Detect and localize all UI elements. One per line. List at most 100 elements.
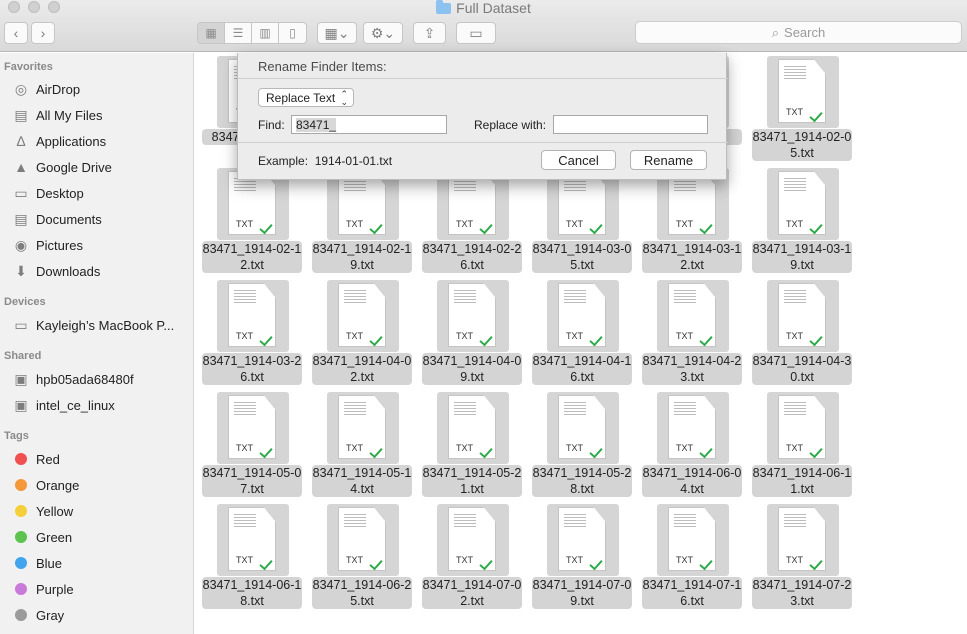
- sidebar-tag-purple[interactable]: Purple: [12, 578, 192, 600]
- column-view-button[interactable]: ▥: [252, 23, 279, 43]
- rename-mode-popup[interactable]: Replace Text ⌃ ⌄: [258, 88, 354, 107]
- sync-checkmark-icon: [699, 444, 713, 459]
- sync-checkmark-icon: [589, 332, 603, 347]
- sidebar-item-macbook[interactable]: ▭ Kayleigh’s MacBook P...: [12, 314, 192, 336]
- text-document-icon: TXT: [448, 283, 496, 347]
- replace-with-field[interactable]: [553, 115, 708, 134]
- pictures-icon: ◉: [14, 236, 28, 253]
- file-item[interactable]: TXT 83471_1914-03-0 5.txt: [530, 165, 634, 273]
- file-item[interactable]: TXT 83471_1914-04-1 6.txt: [530, 277, 634, 385]
- sidebar-item-intel-ce-linux[interactable]: ▣ intel_ce_linux: [12, 394, 192, 416]
- document-preview-lines: [564, 514, 586, 529]
- monitor-icon: ▣: [14, 370, 28, 387]
- find-field[interactable]: 83471_: [291, 115, 447, 134]
- cover-flow-view-button[interactable]: ▯: [279, 23, 306, 43]
- sync-checkmark-icon: [809, 220, 823, 235]
- file-name-line-2: 2.txt: [240, 258, 264, 272]
- text-document-icon: TXT: [448, 395, 496, 459]
- file-item[interactable]: TXT 83471_1914-04-2 3.txt: [640, 277, 744, 385]
- file-item[interactable]: TXT 83471_1914-02-0 5.txt: [750, 53, 854, 161]
- arrange-button[interactable]: ▦⌄: [317, 22, 357, 44]
- sidebar-item-pictures[interactable]: ◉ Pictures: [12, 234, 192, 256]
- text-document-icon: TXT: [228, 283, 276, 347]
- action-button[interactable]: ⚙⌄: [363, 22, 403, 44]
- sidebar-item-all-my-files[interactable]: ▤ All My Files: [12, 104, 192, 126]
- text-document-icon: TXT: [338, 395, 386, 459]
- file-name-line-2: 9.txt: [570, 594, 594, 608]
- file-name-line-2: 6.txt: [680, 594, 704, 608]
- sidebar-tag-gray[interactable]: Gray: [12, 604, 192, 626]
- sync-checkmark-icon: [369, 332, 383, 347]
- sidebar-tag-green[interactable]: Green: [12, 526, 192, 548]
- file-extension-label: TXT: [346, 443, 363, 453]
- file-item[interactable]: TXT 83471_1914-06-2 5.txt: [310, 501, 414, 609]
- edit-tags-button[interactable]: ▭: [456, 22, 496, 44]
- file-name: 83471_1914-05-2 1.txt: [422, 465, 522, 497]
- file-name-line-2: 8.txt: [240, 594, 264, 608]
- file-item[interactable]: TXT 83471_1914-05-0 7.txt: [200, 389, 304, 497]
- file-extension-label: TXT: [346, 331, 363, 341]
- file-extension-label: TXT: [456, 331, 473, 341]
- file-item[interactable]: TXT 83471_1914-07-2 3.txt: [750, 501, 854, 609]
- list-view-button[interactable]: ☰: [225, 23, 252, 43]
- sidebar-item-airdrop[interactable]: ◎ AirDrop: [12, 78, 192, 100]
- sidebar-tag-blue[interactable]: Blue: [12, 552, 192, 574]
- file-item[interactable]: TXT 83471_1914-06-1 8.txt: [200, 501, 304, 609]
- document-preview-lines: [674, 402, 696, 417]
- file-item[interactable]: TXT 83471_1914-06-1 1.txt: [750, 389, 854, 497]
- icon-view-button[interactable]: ▦: [198, 23, 225, 43]
- sync-checkmark-icon: [809, 108, 823, 123]
- share-button[interactable]: ⇪: [413, 22, 446, 44]
- text-document-icon: TXT: [668, 507, 716, 571]
- file-extension-label: TXT: [236, 219, 253, 229]
- file-item[interactable]: TXT 83471_1914-07-0 9.txt: [530, 501, 634, 609]
- file-item[interactable]: TXT 83471_1914-03-1 9.txt: [750, 165, 854, 273]
- text-document-icon: TXT: [778, 171, 826, 235]
- file-item[interactable]: TXT 83471_1914-04-3 0.txt: [750, 277, 854, 385]
- file-item[interactable]: TXT 83471_1914-04-0 2.txt: [310, 277, 414, 385]
- text-document-icon: TXT: [558, 507, 606, 571]
- rename-button[interactable]: Rename: [630, 150, 707, 170]
- file-item[interactable]: TXT 83471_1914-04-0 9.txt: [420, 277, 524, 385]
- sync-checkmark-icon: [369, 220, 383, 235]
- cancel-button[interactable]: Cancel: [541, 150, 616, 170]
- folder-icon: [436, 0, 452, 14]
- sidebar-item-hpb05ada68480f[interactable]: ▣ hpb05ada68480f: [12, 368, 192, 390]
- file-item[interactable]: TXT 83471_1914-02-2 6.txt: [420, 165, 524, 273]
- sidebar-item-applications[interactable]: ∆ Applications: [12, 130, 192, 152]
- sidebar-tag-yellow[interactable]: Yellow: [12, 500, 192, 522]
- file-item[interactable]: TXT 83471_1914-07-1 6.txt: [640, 501, 744, 609]
- sidebar-item-documents[interactable]: ▤ Documents: [12, 208, 192, 230]
- search-field[interactable]: ⌕ Search: [635, 21, 962, 44]
- file-item[interactable]: TXT 83471_1914-05-2 8.txt: [530, 389, 634, 497]
- file-item[interactable]: TXT 83471_1914-03-2 6.txt: [200, 277, 304, 385]
- forward-button[interactable]: ›: [31, 22, 55, 44]
- file-item[interactable]: TXT 83471_1914-06-0 4.txt: [640, 389, 744, 497]
- text-document-icon: TXT: [778, 59, 826, 123]
- file-name-line-1: 83471_1914-05-2: [532, 466, 632, 480]
- file-name-line-1: 83471_1914-04-3: [752, 354, 852, 368]
- file-name-line-1: 83471_1914-04-0: [312, 354, 412, 368]
- file-item[interactable]: TXT 83471_1914-07-0 2.txt: [420, 501, 524, 609]
- file-item[interactable]: TXT 83471_1914-05-1 4.txt: [310, 389, 414, 497]
- file-extension-label: TXT: [236, 331, 253, 341]
- file-item[interactable]: TXT 83471_1914-03-1 2.txt: [640, 165, 744, 273]
- sidebar-item-desktop[interactable]: ▭ Desktop: [12, 182, 192, 204]
- file-name: 83471_1914-07-1 6.txt: [642, 577, 742, 609]
- sync-checkmark-icon: [369, 556, 383, 571]
- file-item[interactable]: TXT 83471_1914-05-2 1.txt: [420, 389, 524, 497]
- file-item[interactable]: TXT 83471_1914-02-1 9.txt: [310, 165, 414, 273]
- file-extension-label: TXT: [786, 443, 803, 453]
- sidebar-item-google-drive[interactable]: ▲ Google Drive: [12, 156, 192, 178]
- file-item[interactable]: TXT 83471_1914-02-1 2.txt: [200, 165, 304, 273]
- sidebar-item-downloads[interactable]: ⬇ Downloads: [12, 260, 192, 282]
- file-name-line-2: 6.txt: [240, 370, 264, 384]
- file-name-line-2: 3.txt: [680, 370, 704, 384]
- file-name: 83471_1914-04-3 0.txt: [752, 353, 852, 385]
- sidebar-tag-red[interactable]: Red: [12, 448, 192, 470]
- file-name-line-2: 9.txt: [790, 258, 814, 272]
- sidebar-tag-orange[interactable]: Orange: [12, 474, 192, 496]
- back-button[interactable]: ‹: [4, 22, 28, 44]
- airdrop-icon: ◎: [14, 80, 28, 97]
- file-name-line-2: 2.txt: [680, 258, 704, 272]
